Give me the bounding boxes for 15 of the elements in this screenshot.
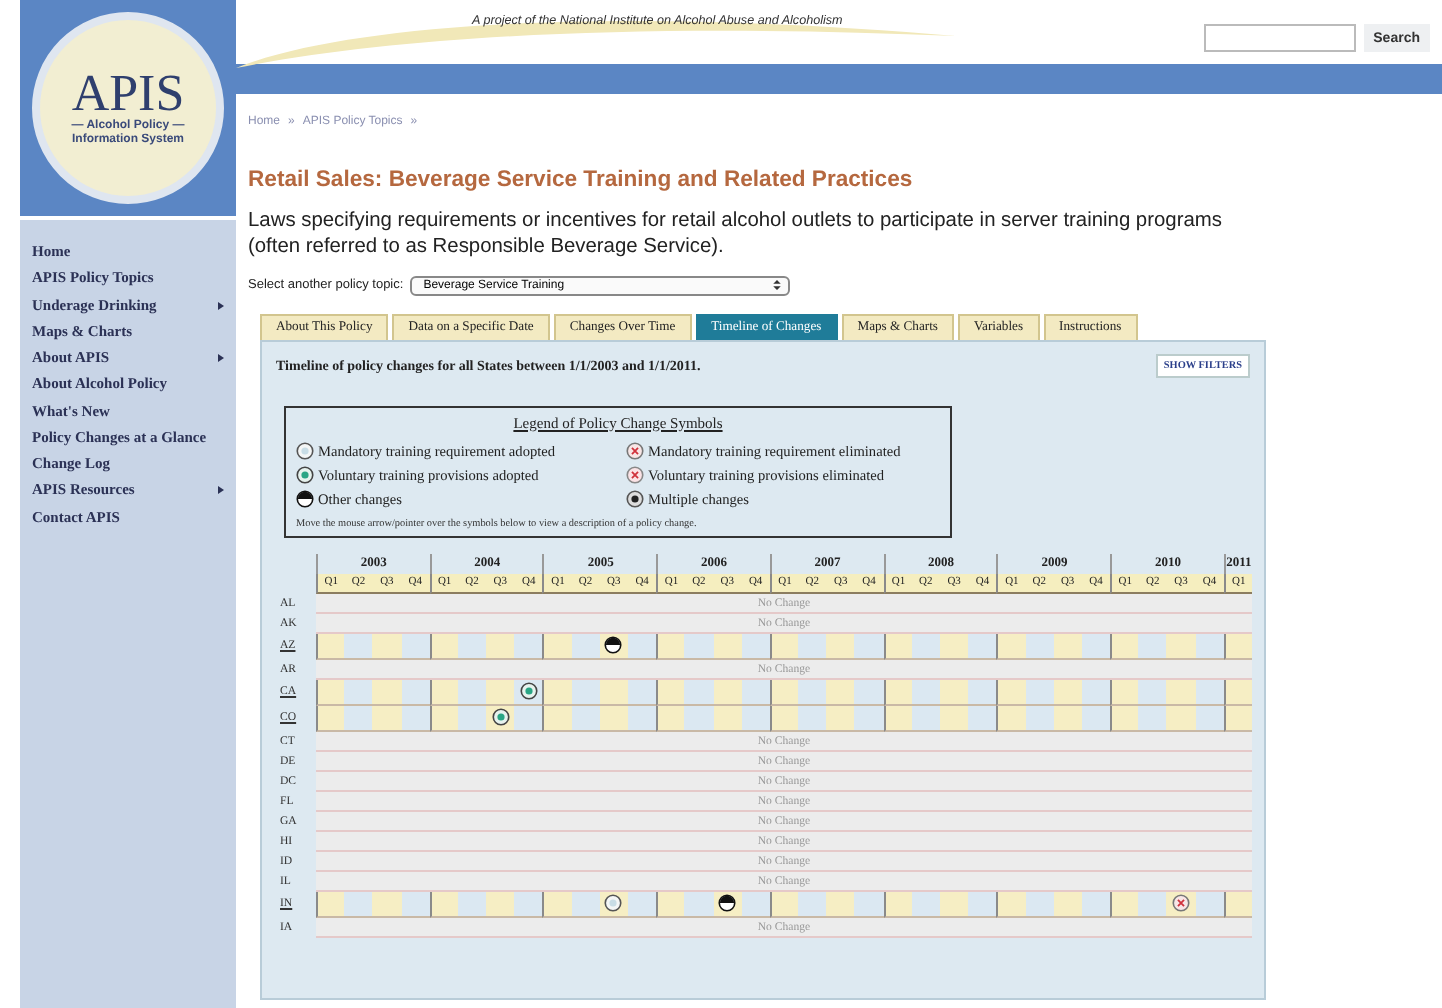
page-title: Retail Sales: Beverage Service Training and Related Practices bbox=[248, 168, 915, 192]
stepper-icon bbox=[771, 278, 782, 292]
symbol-icon bbox=[626, 465, 644, 483]
submenu-arrow-icon bbox=[218, 354, 224, 363]
symbol-icon bbox=[296, 489, 314, 507]
symbol-icon bbox=[626, 441, 644, 459]
submenu-arrow-icon bbox=[218, 301, 224, 310]
search-field[interactable] bbox=[1203, 24, 1356, 52]
change-symbol-icon[interactable] bbox=[604, 636, 623, 654]
submenu-arrow-icon bbox=[218, 486, 224, 495]
change-symbol-icon[interactable] bbox=[604, 894, 623, 912]
symbol-icon bbox=[626, 489, 644, 507]
logo-text: APIS bbox=[71, 68, 185, 121]
description: Laws specifying requirements or incentives for retail alcohol outlets to participate in server training programs (often referred to as Responsible Beverage Service). bbox=[248, 210, 1224, 261]
change-symbol-icon[interactable] bbox=[718, 894, 737, 912]
